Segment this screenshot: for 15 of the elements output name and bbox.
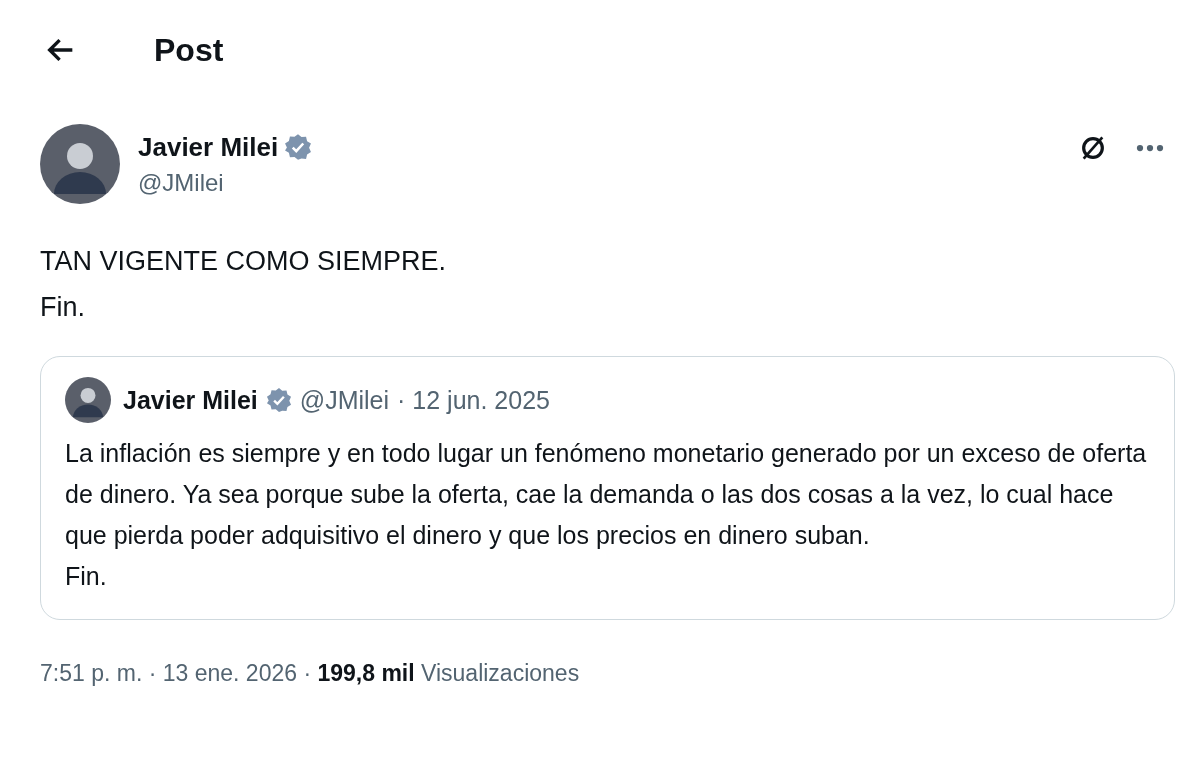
author-name: Javier Milei [123,385,258,415]
quoted-post-card[interactable] [40,356,1175,620]
post-text: TAN VIGENTE COMO SIEMPRE. [40,245,448,278]
post-text: Fin. [40,291,86,324]
author-handle: @JMilei [138,168,225,197]
quoted-text: Fin. [65,561,108,592]
post-meta: 7:51 p. m. · 13 ene. 2026 · 199,8 mil Visualizaciones [40,660,580,686]
post-date: · 12 jun. 2025 [397,385,550,415]
page-title: Post [154,31,224,69]
author-name[interactable]: Javier Milei [138,131,279,163]
avatar[interactable] [65,377,111,423]
quoted-text: La inflación es siempre y en todo lugar un fenómeno monetario generado por un exceso de oferta de dinero. Ya sea porque sube la oferta, cae la demanda o las dos cosas a la vez, lo cual hace que pierda poder adquisitivo el dinero y que los precios en dinero suban. [65,438,1148,551]
more-options-icon[interactable] [1135,143,1165,153]
author-handle: @JMilei [299,385,390,415]
avatar[interactable] [40,124,120,204]
